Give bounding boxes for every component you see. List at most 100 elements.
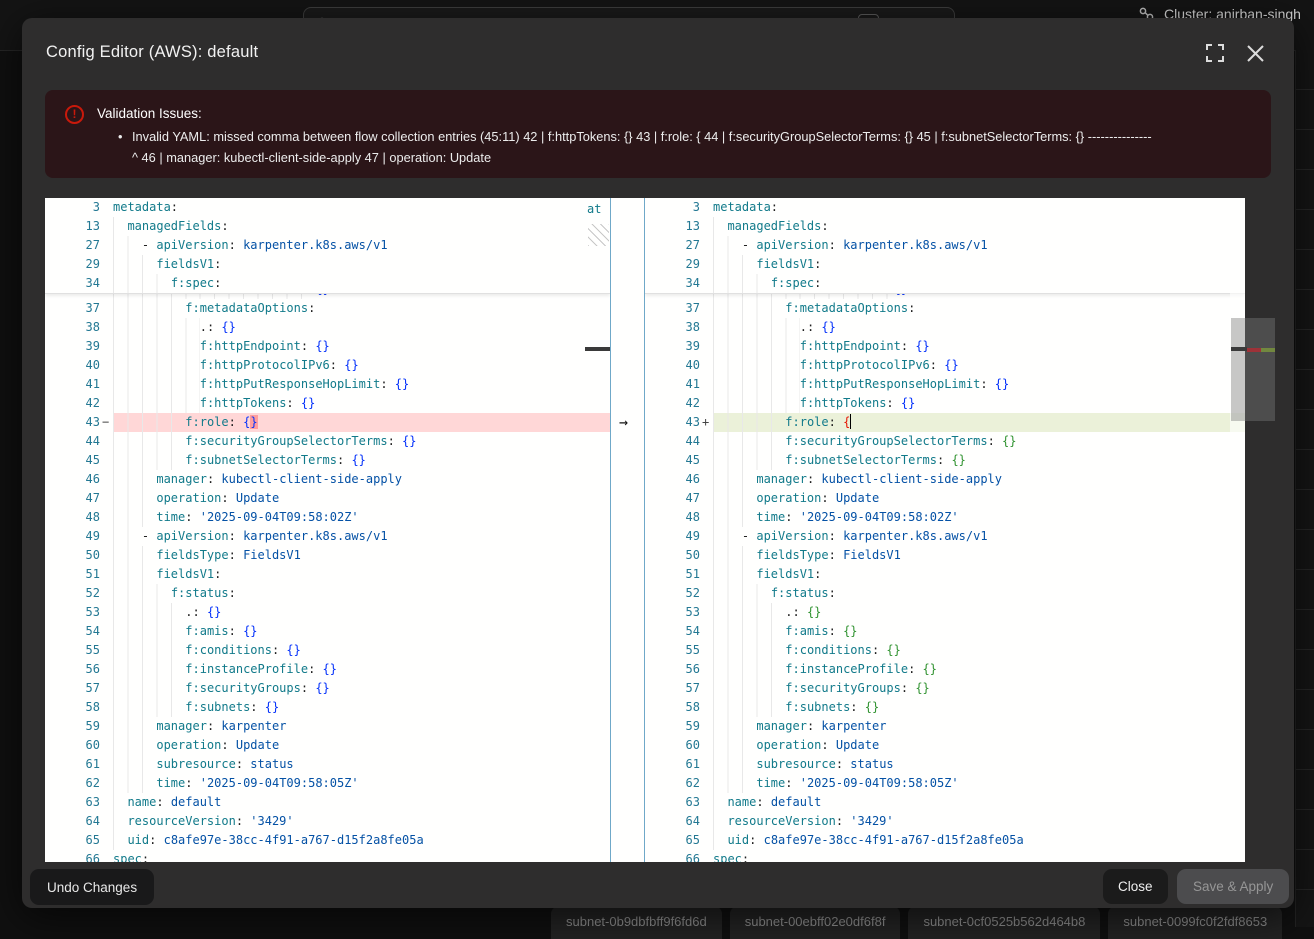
code-line[interactable]: 50fieldsType: FieldsV1 [45, 546, 610, 565]
code-line[interactable]: 49- apiVersion: karpenter.k8s.aws/v1 [645, 527, 1245, 546]
sticky-code-line[interactable]: 3metadata: [645, 198, 1245, 217]
diff-marker [700, 641, 713, 660]
sticky-code-line[interactable]: 34f:spec: [645, 274, 1245, 293]
diff-marker [100, 622, 113, 641]
code-line[interactable]: 37f:metadataOptions: [645, 299, 1245, 318]
diff-marker [700, 736, 713, 755]
diff-marker [100, 318, 113, 337]
code-line[interactable]: 50fieldsType: FieldsV1 [645, 546, 1245, 565]
sticky-code-line[interactable]: 29fieldsV1: [645, 255, 1245, 274]
code-line[interactable]: 44f:securityGroupSelectorTerms: {} [45, 432, 610, 451]
line-number: 49 [45, 527, 100, 546]
code-line[interactable]: 57f:securityGroups: {} [45, 679, 610, 698]
code-line[interactable]: 52f:status: [645, 584, 1245, 603]
code-line[interactable]: 41f:httpPutResponseHopLimit: {} [45, 375, 610, 394]
close-button[interactable]: Close [1103, 869, 1168, 904]
code-line[interactable]: 54f:amis: {} [645, 622, 1245, 641]
line-number: 42 [45, 394, 100, 413]
save-apply-button[interactable]: Save & Apply [1177, 869, 1289, 904]
line-number: 64 [45, 812, 100, 831]
code-line[interactable]: 65uid: c8afe97e-38cc-4f91-a767-d15f2a8fe… [645, 831, 1245, 850]
code-line[interactable]: 55f:conditions: {} [645, 641, 1245, 660]
code-line[interactable]: 45f:subnetSelectorTerms: {} [645, 451, 1245, 470]
code-line[interactable]: 40f:httpProtocolIPv6: {} [645, 356, 1245, 375]
code-line[interactable]: 53.: {} [45, 603, 610, 622]
line-number: 37 [645, 299, 700, 318]
code-line[interactable]: 46manager: kubectl-client-side-apply [45, 470, 610, 489]
sticky-code-line[interactable]: 27- apiVersion: karpenter.k8s.aws/v1 [45, 236, 610, 255]
code-line[interactable]: 42f:httpTokens: {} [645, 394, 1245, 413]
code-line[interactable]: 43+f:role: { [645, 413, 1245, 432]
code-line[interactable]: 46manager: kubectl-client-side-apply [645, 470, 1245, 489]
line-number: 40 [645, 356, 700, 375]
subnet-chip-row: subnet-0b9dbfbff9f6fd6dsubnet-00ebff02e0… [551, 906, 1282, 939]
line-number: 27 [645, 236, 700, 255]
code-line[interactable]: 63name: default [645, 793, 1245, 812]
code-line[interactable]: 51fieldsV1: [645, 565, 1245, 584]
code-line[interactable]: 48time: '2025-09-04T09:58:02Z' [645, 508, 1245, 527]
line-number: 46 [645, 470, 700, 489]
line-number: 51 [645, 565, 700, 584]
code-line[interactable]: 58f:subnets: {} [645, 698, 1245, 717]
code-line[interactable]: 53.: {} [645, 603, 1245, 622]
code-line[interactable]: 66spec: [45, 850, 610, 862]
line-number: 50 [645, 546, 700, 565]
code-line[interactable]: 39f:httpEndpoint: {} [45, 337, 610, 356]
code-line[interactable]: 64resourceVersion: '3429' [45, 812, 610, 831]
sticky-code-line[interactable]: 34f:spec: [45, 274, 610, 293]
code-line[interactable]: 44f:securityGroupSelectorTerms: {} [645, 432, 1245, 451]
fullscreen-button[interactable] [1205, 43, 1225, 63]
sticky-scroll-left: 3metadata:13managedFields:27- apiVersion… [45, 198, 610, 294]
sticky-code-line[interactable]: 13managedFields: [645, 217, 1245, 236]
code-line[interactable]: 51fieldsV1: [45, 565, 610, 584]
code-line[interactable]: 62time: '2025-09-04T09:58:05Z' [645, 774, 1245, 793]
code-line[interactable]: 58f:subnets: {} [45, 698, 610, 717]
revert-change-arrow[interactable]: → [619, 413, 628, 432]
code-line[interactable]: 42f:httpTokens: {} [45, 394, 610, 413]
code-line[interactable]: 61subresource: status [645, 755, 1245, 774]
code-line[interactable]: 65uid: c8afe97e-38cc-4f91-a767-d15f2a8fe… [45, 831, 610, 850]
code-line[interactable]: 47operation: Update [45, 489, 610, 508]
code-line[interactable]: 45f:subnetSelectorTerms: {} [45, 451, 610, 470]
line-number: 42 [645, 394, 700, 413]
code-line[interactable]: 59manager: karpenter [45, 717, 610, 736]
diff-marker [100, 394, 113, 413]
code-line[interactable]: 49- apiVersion: karpenter.k8s.aws/v1 [45, 527, 610, 546]
sticky-code-line[interactable]: 13managedFields: [45, 217, 610, 236]
code-line[interactable]: 56f:instanceProfile: {} [645, 660, 1245, 679]
code-line[interactable]: 61subresource: status [45, 755, 610, 774]
close-icon[interactable] [1245, 43, 1265, 63]
line-number: 29 [45, 255, 100, 274]
modified-editor-pane[interactable]: {}37f:metadataOptions:38.: {}39f:httpEnd… [645, 198, 1245, 862]
sticky-code-line[interactable]: 27- apiVersion: karpenter.k8s.aws/v1 [645, 236, 1245, 255]
sticky-code-line[interactable]: 3metadata: [45, 198, 610, 217]
code-line[interactable]: 40f:httpProtocolIPv6: {} [45, 356, 610, 375]
code-line[interactable]: 57f:securityGroups: {} [645, 679, 1245, 698]
code-line[interactable]: 60operation: Update [645, 736, 1245, 755]
code-line[interactable]: 48time: '2025-09-04T09:58:02Z' [45, 508, 610, 527]
code-line[interactable]: 37f:metadataOptions: [45, 299, 610, 318]
scrollbar-slider[interactable] [1231, 318, 1275, 421]
undo-changes-button[interactable]: Undo Changes [30, 869, 154, 905]
diff-marker [100, 565, 113, 584]
code-line[interactable]: 64resourceVersion: '3429' [645, 812, 1245, 831]
diff-center-gutter: → [610, 198, 645, 862]
code-line[interactable]: 52f:status: [45, 584, 610, 603]
sticky-code-line[interactable]: 29fieldsV1: [45, 255, 610, 274]
code-line[interactable]: 38.: {} [645, 318, 1245, 337]
original-editor-pane[interactable]: {}37f:metadataOptions:38.: {}39f:httpEnd… [45, 198, 610, 862]
code-line[interactable]: 62time: '2025-09-04T09:58:05Z' [45, 774, 610, 793]
code-line[interactable]: 54f:amis: {} [45, 622, 610, 641]
code-line[interactable]: 39f:httpEndpoint: {} [645, 337, 1245, 356]
code-line[interactable]: 66spec: [645, 850, 1245, 862]
line-number: 44 [645, 432, 700, 451]
code-line[interactable]: 59manager: karpenter [645, 717, 1245, 736]
code-line[interactable]: 38.: {} [45, 318, 610, 337]
code-line[interactable]: 55f:conditions: {} [45, 641, 610, 660]
code-line[interactable]: 56f:instanceProfile: {} [45, 660, 610, 679]
code-line[interactable]: 43−f:role: {} [45, 413, 610, 432]
code-line[interactable]: 60operation: Update [45, 736, 610, 755]
code-line[interactable]: 63name: default [45, 793, 610, 812]
code-line[interactable]: 47operation: Update [645, 489, 1245, 508]
code-line[interactable]: 41f:httpPutResponseHopLimit: {} [645, 375, 1245, 394]
